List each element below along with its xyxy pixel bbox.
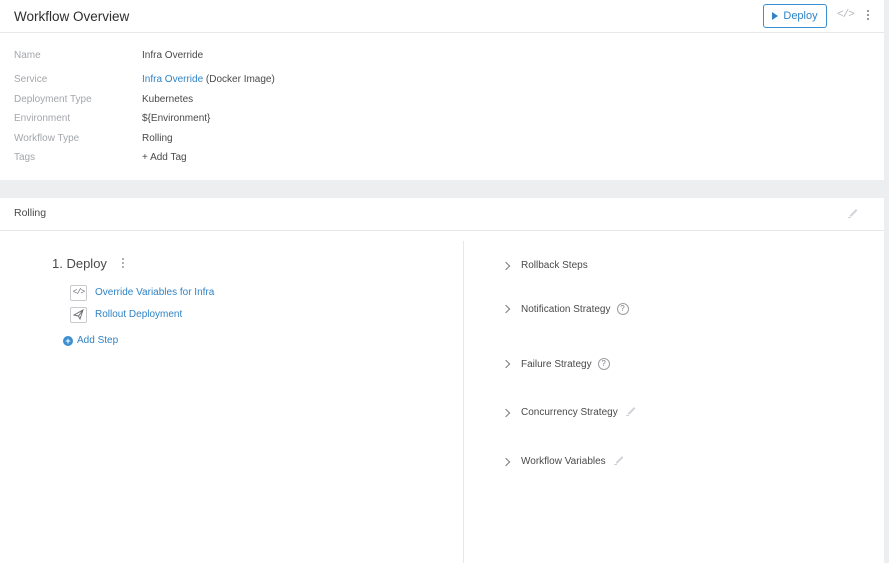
deployment-type-value: Kubernetes xyxy=(142,94,194,105)
failure-strategy-toggle[interactable]: Failure Strategy ? xyxy=(501,358,610,370)
service-type: (Docker Image) xyxy=(203,74,275,85)
step-item[interactable]: </> Override Variables for Infra xyxy=(70,284,214,301)
page-title: Workflow Overview xyxy=(14,9,130,24)
tags-label: Tags xyxy=(14,152,36,163)
strategy-label: Workflow Variables xyxy=(521,456,606,467)
code-icon: </> xyxy=(70,284,87,301)
kebab-menu-icon[interactable] xyxy=(866,10,870,22)
plus-circle-icon: + xyxy=(63,335,73,346)
column-divider xyxy=(463,241,464,563)
chevron-right-icon xyxy=(501,408,511,417)
scrollbar-track[interactable] xyxy=(884,0,889,563)
help-icon[interactable]: ? xyxy=(616,303,629,315)
section-header: Rolling xyxy=(0,198,884,231)
service-label: Service xyxy=(14,74,48,85)
environment-value: ${Environment} xyxy=(142,113,211,124)
step-item[interactable]: Rollout Deployment xyxy=(70,306,182,323)
strategy-label: Concurrency Strategy xyxy=(521,407,618,418)
phase-menu-icon[interactable] xyxy=(121,258,125,270)
section-title: Rolling xyxy=(14,207,47,219)
chevron-right-icon xyxy=(501,304,511,314)
edit-pencil-icon[interactable] xyxy=(848,209,857,218)
section-separator xyxy=(0,180,884,198)
phase-title: 1. Deploy xyxy=(52,256,107,271)
strategy-label: Rollback Steps xyxy=(521,260,588,271)
strategy-label: Notification Strategy xyxy=(521,303,611,315)
step-label[interactable]: Override Variables for Infra xyxy=(95,287,214,298)
workflow-type-value: Rolling xyxy=(142,133,173,144)
name-value: Infra Override xyxy=(142,50,204,61)
add-tag-link[interactable]: + Add Tag xyxy=(142,152,187,163)
step-label[interactable]: Rollout Deployment xyxy=(95,309,182,320)
strategy-label: Failure Strategy xyxy=(521,358,592,370)
deploy-button-label: Deploy xyxy=(783,10,818,22)
concurrency-strategy-toggle[interactable]: Concurrency Strategy xyxy=(501,407,635,418)
notification-strategy-toggle[interactable]: Notification Strategy ? xyxy=(501,303,629,315)
workflow-details: Name Infra Override Service Infra Overri… xyxy=(0,34,884,180)
edit-pencil-icon[interactable] xyxy=(613,456,623,465)
chevron-right-icon xyxy=(501,359,511,369)
rollback-steps-toggle[interactable]: Rollback Steps xyxy=(501,260,588,271)
environment-label: Environment xyxy=(14,113,71,124)
edit-pencil-icon[interactable] xyxy=(625,407,635,416)
workflow-variables-toggle[interactable]: Workflow Variables xyxy=(501,456,623,467)
workflow-type-label: Workflow Type xyxy=(14,133,80,144)
deploy-button[interactable]: Deploy xyxy=(763,4,827,28)
name-label: Name xyxy=(14,50,41,61)
code-icon[interactable]: </> xyxy=(837,9,855,21)
paper-plane-icon xyxy=(70,306,87,323)
add-step-button[interactable]: + Add Step xyxy=(63,335,118,346)
chevron-right-icon xyxy=(501,457,511,466)
page-header: Workflow Overview Deploy </> xyxy=(0,0,884,33)
service-link[interactable]: Infra Override xyxy=(142,74,203,85)
service-value: Infra Override (Docker Image) xyxy=(142,74,275,85)
help-icon[interactable]: ? xyxy=(597,358,610,370)
play-icon xyxy=(772,12,779,20)
chevron-right-icon xyxy=(501,261,511,270)
deployment-type-label: Deployment Type xyxy=(14,94,92,105)
add-step-label: Add Step xyxy=(77,335,119,346)
